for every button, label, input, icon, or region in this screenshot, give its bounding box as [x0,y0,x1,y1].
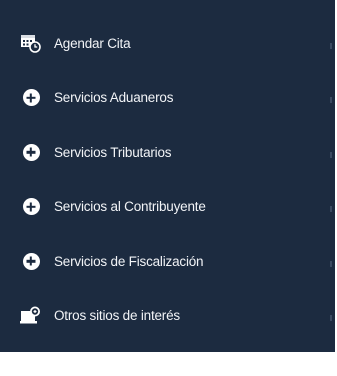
menu-item-label: Servicios Tributarios [54,144,172,160]
plus-circle-icon [20,250,42,272]
edge-marker [330,315,332,321]
edge-marker [330,152,332,158]
plus-circle-icon [20,141,42,163]
menu-item-servicios-fiscalizacion[interactable]: Servicios de Fiscalización [0,234,335,289]
menu-item-servicios-contribuyente[interactable]: Servicios al Contribuyente [0,180,335,235]
edge-marker [330,43,332,49]
edge-marker [330,97,332,103]
plus-circle-icon [20,196,42,218]
calendar-clock-icon [20,32,42,54]
edge-marker [330,206,332,212]
menu-item-servicios-tributarios[interactable]: Servicios Tributarios [0,125,335,180]
menu-item-agendar-cita[interactable]: Agendar Cita [0,16,335,71]
menu-item-label: Servicios al Contribuyente [54,199,206,215]
menu-list: Agendar Cita Servicios Aduaneros Servici… [0,16,335,343]
menu-item-label: Agendar Cita [54,35,131,51]
sidebar-menu: Agendar Cita Servicios Aduaneros Servici… [0,0,335,352]
menu-item-servicios-aduaneros[interactable]: Servicios Aduaneros [0,71,335,126]
edge-marker [330,261,332,267]
monitor-link-icon [20,305,42,327]
menu-item-label: Servicios Aduaneros [54,90,174,106]
menu-item-label: Otros sitios de interés [54,308,180,324]
menu-item-label: Servicios de Fiscalización [54,253,204,269]
plus-circle-icon [20,87,42,109]
menu-item-otros-sitios[interactable]: Otros sitios de interés [0,289,335,344]
